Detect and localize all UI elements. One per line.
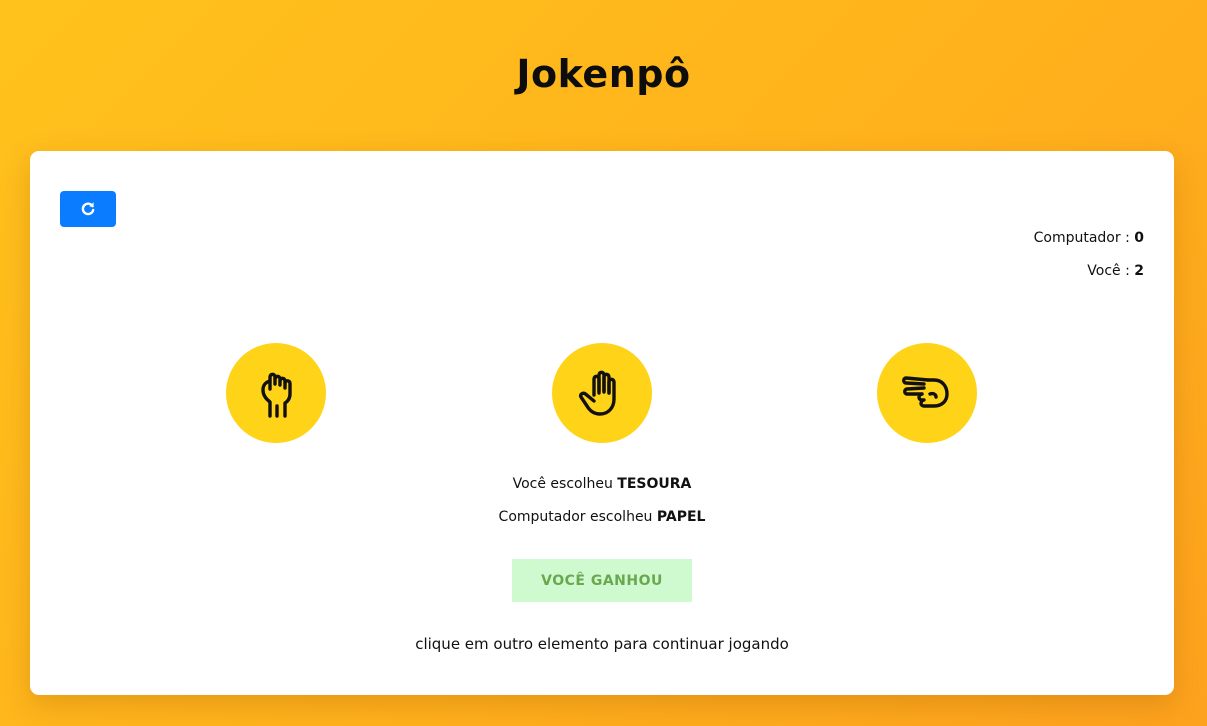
fist-icon [251,368,301,418]
reset-button[interactable] [60,191,116,227]
score-you-value: 2 [1134,263,1144,279]
choice-rock-button[interactable] [226,343,326,443]
choice-paper-button[interactable] [552,343,652,443]
open-hand-icon [576,367,628,419]
refresh-icon [80,201,96,217]
game-card: Computador : 0 Você : 2 Você escolheu TE… [30,151,1174,695]
score-you: Você : 2 [1087,263,1144,279]
score-computer: Computador : 0 [1034,230,1144,246]
player-choice-text: Você escolheu TESOURA [30,476,1174,492]
score-computer-label: Computador : [1033,230,1135,246]
computer-choice-value: PAPEL [656,509,706,525]
page-title: Jokenpô [516,52,691,96]
scissors-hand-icon [900,366,954,420]
score-you-label: Você : [1087,263,1135,279]
choice-scissors-button[interactable] [877,343,977,443]
computer-choice-prefix: Computador escolheu [498,509,657,525]
score-computer-value: 0 [1134,230,1144,246]
player-choice-value: TESOURA [617,476,692,492]
outcome-badge: VOCÊ GANHOU [512,559,692,602]
continue-hint: clique em outro elemento para continuar … [415,635,789,653]
player-choice-prefix: Você escolheu [512,476,618,492]
computer-choice-text: Computador escolheu PAPEL [30,509,1174,525]
